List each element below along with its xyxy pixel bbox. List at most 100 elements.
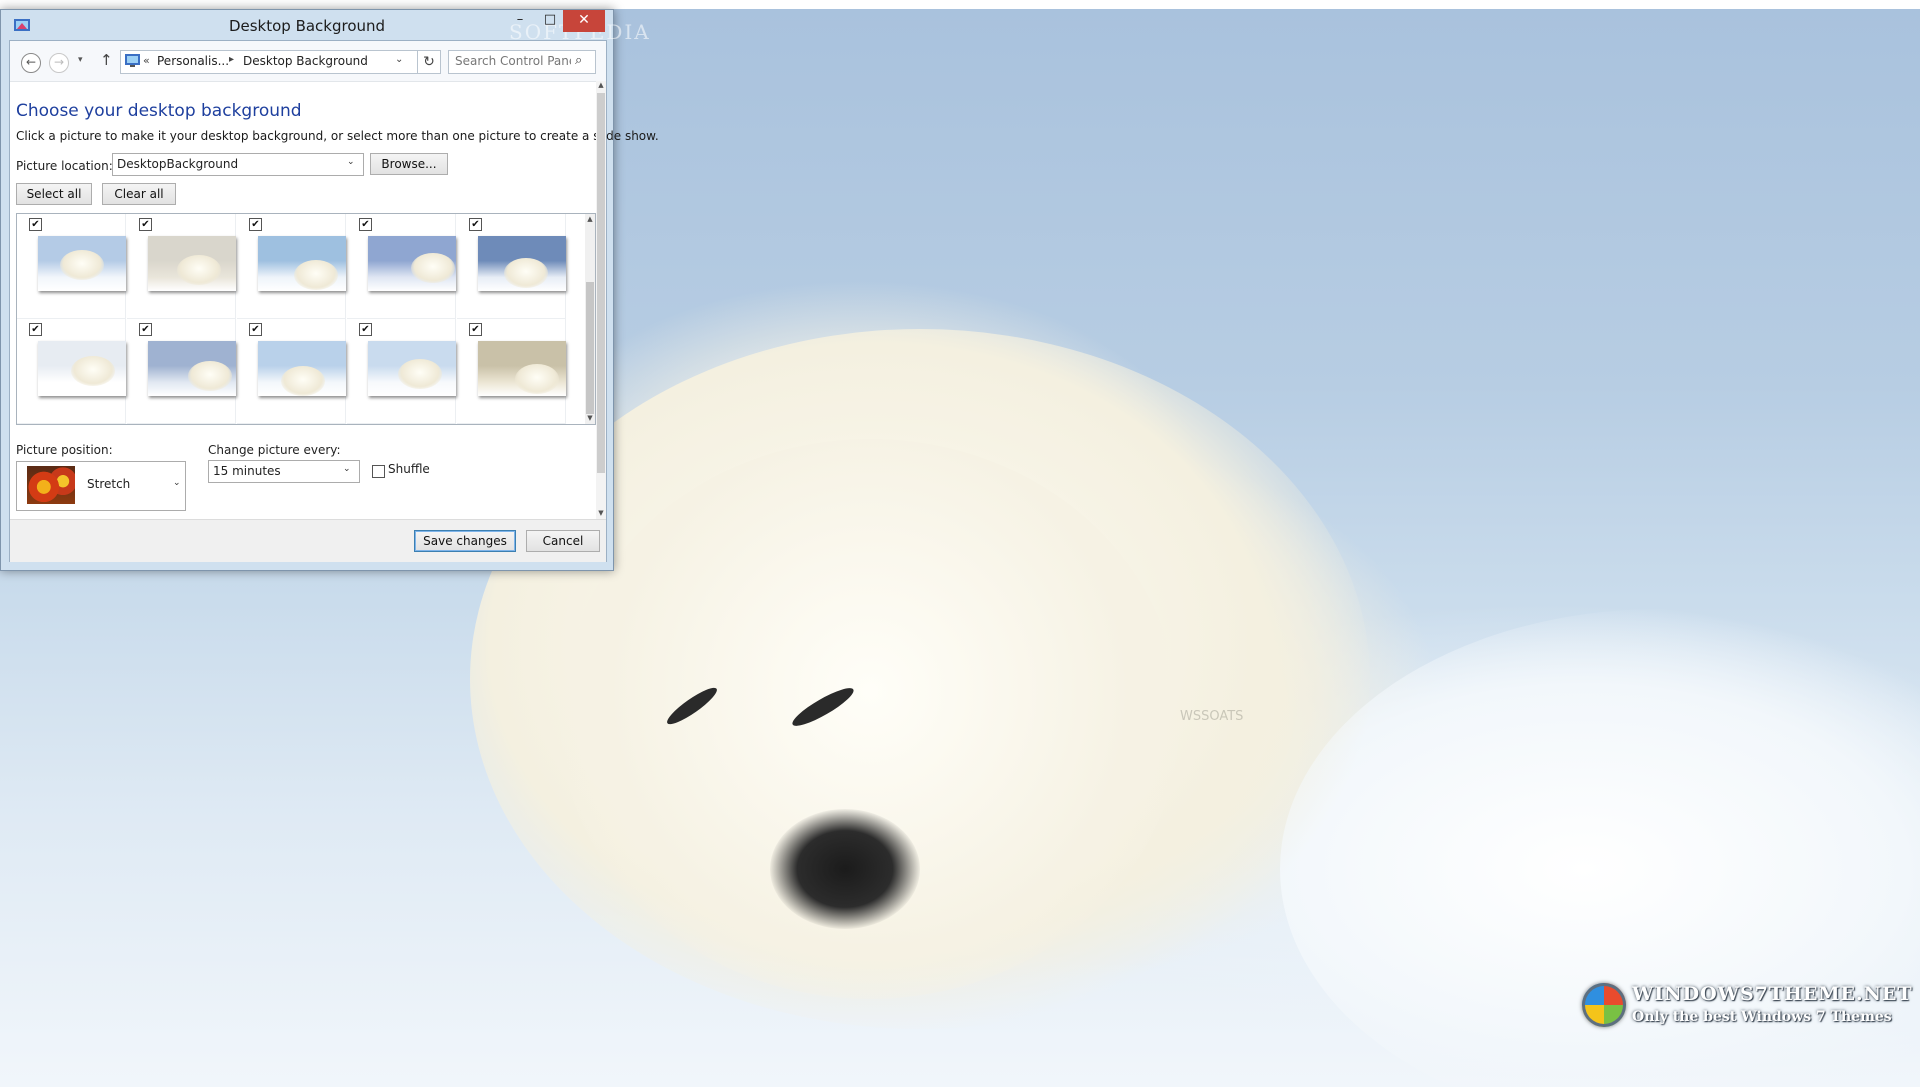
desktop-background-window: Desktop Background SOFTPEDIA – □ ✕ ← → ▾… bbox=[0, 9, 659, 571]
picture-gallery: ✔ ✔ ✔ ✔ ✔ ✔ ✔ ✔ ✔ ✔ ▲ ▼ bbox=[16, 213, 596, 425]
back-button[interactable]: ← bbox=[21, 53, 41, 73]
shuffle-label[interactable]: Shuffle bbox=[388, 462, 430, 476]
breadcrumb-personalisation[interactable]: Personalis... bbox=[157, 54, 229, 68]
dialog-footer: Save changes Cancel bbox=[10, 519, 606, 562]
scroll-down-icon[interactable]: ▼ bbox=[596, 509, 606, 517]
search-icon[interactable]: ⌕ bbox=[575, 53, 582, 68]
search-box[interactable]: ⌕ bbox=[448, 50, 596, 74]
brand-tagline: Only the best Windows 7 Themes bbox=[1632, 1009, 1892, 1025]
thumbnail-seal bbox=[398, 359, 442, 389]
gallery-item-checkbox[interactable]: ✔ bbox=[29, 323, 42, 336]
gallery-item[interactable]: ✔ bbox=[237, 319, 346, 424]
change-picture-interval-select[interactable]: 15 minutes ⌄ bbox=[208, 460, 360, 483]
close-button[interactable]: ✕ bbox=[563, 10, 605, 32]
breadcrumb-separator-icon[interactable]: ▸ bbox=[229, 54, 234, 65]
gallery-thumbnail[interactable] bbox=[478, 236, 566, 291]
page-title: Choose your desktop background bbox=[16, 101, 302, 121]
gallery-item[interactable]: ✔ bbox=[17, 214, 126, 319]
thumbnail-seal bbox=[177, 255, 221, 285]
brand-watermark: WINDOWS7THEME.NET Only the best Windows … bbox=[1582, 983, 1912, 1033]
picture-location-value: DesktopBackground bbox=[117, 157, 239, 171]
select-all-button[interactable]: Select all bbox=[16, 183, 92, 205]
shuffle-checkbox[interactable] bbox=[372, 465, 385, 478]
scroll-up-icon[interactable]: ▲ bbox=[585, 215, 595, 223]
minimize-button[interactable]: – bbox=[503, 10, 537, 32]
forward-button[interactable]: → bbox=[49, 53, 69, 73]
title-bar[interactable]: Desktop Background SOFTPEDIA – □ ✕ bbox=[1, 10, 649, 44]
address-bar[interactable]: « Personalis... ▸ Desktop Background ⌄ bbox=[120, 50, 418, 74]
gallery-scrollbar[interactable]: ▲ ▼ bbox=[585, 214, 595, 424]
gallery-item[interactable]: ✔ bbox=[457, 319, 566, 424]
wallpaper-watermark: WSSOATS bbox=[1180, 709, 1244, 724]
brand-name: WINDOWS7THEME.NET bbox=[1632, 983, 1913, 1005]
scroll-up-icon[interactable]: ▲ bbox=[596, 81, 606, 89]
gallery-thumbnail[interactable] bbox=[148, 341, 236, 396]
gallery-thumbnail[interactable] bbox=[478, 341, 566, 396]
wallpaper-seal-nose bbox=[770, 809, 920, 929]
thumbnail-seal bbox=[188, 361, 232, 391]
gallery-item-checkbox[interactable]: ✔ bbox=[29, 218, 42, 231]
chevron-down-icon[interactable]: ⌄ bbox=[395, 54, 403, 65]
gallery-item[interactable]: ✔ bbox=[127, 214, 236, 319]
control-panel-icon bbox=[125, 54, 140, 67]
gallery-item[interactable]: ✔ bbox=[347, 319, 456, 424]
chevron-down-icon[interactable]: ⌄ bbox=[343, 464, 351, 474]
gallery-item[interactable]: ✔ bbox=[457, 214, 566, 319]
gallery-thumbnail[interactable] bbox=[38, 236, 126, 291]
thumbnail-seal bbox=[504, 258, 548, 288]
search-input[interactable] bbox=[455, 54, 571, 68]
gallery-thumbnail[interactable] bbox=[368, 236, 456, 291]
chevron-down-icon[interactable]: ⌄ bbox=[347, 157, 355, 167]
gallery-item-checkbox[interactable]: ✔ bbox=[359, 323, 372, 336]
window-scrollbar-thumb[interactable] bbox=[597, 93, 605, 473]
change-picture-interval-value: 15 minutes bbox=[213, 464, 281, 478]
thumbnail-seal bbox=[60, 250, 104, 280]
gallery-thumbnail[interactable] bbox=[258, 341, 346, 396]
gallery-item-checkbox[interactable]: ✔ bbox=[469, 218, 482, 231]
gallery-thumbnail[interactable] bbox=[38, 341, 126, 396]
gallery-thumbnail[interactable] bbox=[258, 236, 346, 291]
recent-locations-icon[interactable]: ▾ bbox=[78, 55, 83, 65]
clear-all-button[interactable]: Clear all bbox=[102, 183, 176, 205]
gallery-item-checkbox[interactable]: ✔ bbox=[249, 218, 262, 231]
gallery-scrollbar-thumb[interactable] bbox=[586, 282, 594, 414]
window-client-area: ← → ▾ ↑ « Personalis... ▸ Desktop Backgr… bbox=[9, 40, 659, 562]
save-changes-button[interactable]: Save changes bbox=[414, 530, 516, 552]
picture-position-label: Picture position: bbox=[16, 443, 113, 457]
gallery-item-checkbox[interactable]: ✔ bbox=[469, 323, 482, 336]
change-picture-label: Change picture every: bbox=[208, 443, 341, 457]
navigation-bar: ← → ▾ ↑ « Personalis... ▸ Desktop Backgr… bbox=[10, 41, 606, 82]
gallery-item[interactable]: ✔ bbox=[127, 319, 236, 424]
gallery-thumbnail[interactable] bbox=[368, 341, 456, 396]
breadcrumb-overflow-icon[interactable]: « bbox=[143, 54, 150, 67]
window-scrollbar[interactable]: ▲ ▼ bbox=[596, 81, 606, 519]
stretch-preview-icon bbox=[27, 466, 75, 504]
scroll-down-icon[interactable]: ▼ bbox=[585, 414, 595, 422]
refresh-button[interactable]: ↻ bbox=[418, 50, 441, 74]
picture-position-value: Stretch bbox=[87, 477, 131, 491]
maximize-button[interactable]: □ bbox=[537, 10, 563, 32]
breadcrumb-desktop-background[interactable]: Desktop Background bbox=[243, 54, 368, 68]
gallery-thumbnail[interactable] bbox=[148, 236, 236, 291]
thumbnail-seal bbox=[411, 253, 455, 283]
gallery-item[interactable]: ✔ bbox=[17, 319, 126, 424]
gallery-item-checkbox[interactable]: ✔ bbox=[359, 218, 372, 231]
gallery-item[interactable]: ✔ bbox=[347, 214, 456, 319]
picture-location-select[interactable]: DesktopBackground ⌄ bbox=[112, 153, 364, 176]
up-arrow-icon[interactable]: ↑ bbox=[100, 51, 113, 69]
thumbnail-seal bbox=[294, 260, 338, 290]
gallery-item-checkbox[interactable]: ✔ bbox=[139, 323, 152, 336]
picture-location-label: Picture location: bbox=[16, 159, 113, 173]
cancel-button[interactable]: Cancel bbox=[526, 530, 600, 552]
thumbnail-seal bbox=[515, 364, 559, 394]
gallery-item[interactable]: ✔ bbox=[237, 214, 346, 319]
gallery-item-checkbox[interactable]: ✔ bbox=[249, 323, 262, 336]
picture-position-select[interactable]: Stretch ⌄ bbox=[16, 461, 186, 511]
page-description: Click a picture to make it your desktop … bbox=[16, 129, 659, 143]
chevron-down-icon[interactable]: ⌄ bbox=[173, 478, 181, 488]
thumbnail-seal bbox=[71, 356, 115, 386]
thumbnail-seal bbox=[281, 366, 325, 396]
browse-button[interactable]: Browse... bbox=[370, 153, 448, 175]
windows-logo-icon bbox=[1582, 983, 1626, 1027]
gallery-item-checkbox[interactable]: ✔ bbox=[139, 218, 152, 231]
